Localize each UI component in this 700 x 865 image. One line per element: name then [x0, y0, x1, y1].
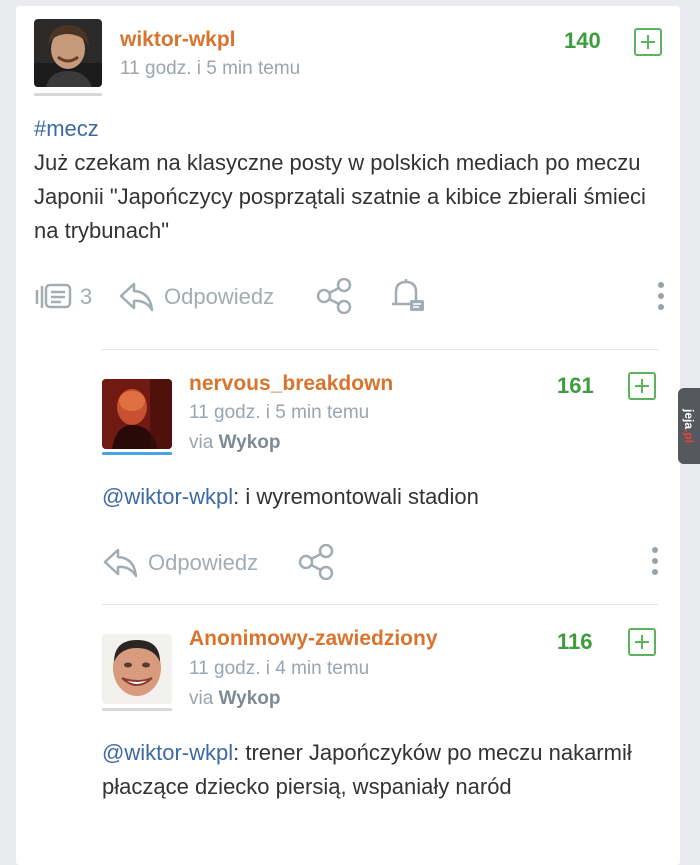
- reply-icon: [119, 282, 154, 312]
- separator: [102, 349, 658, 350]
- via-prefix: via: [189, 432, 214, 453]
- entry-body: #mecz Już czekam na klasyczne posty w po…: [34, 112, 664, 248]
- reply-button[interactable]: Odpowiedz: [118, 280, 274, 314]
- post-time[interactable]: 11 godz. i 5 min temu: [189, 402, 369, 424]
- avatar[interactable]: [34, 19, 102, 87]
- avatar-underline: [102, 708, 172, 711]
- vote-count: 161: [557, 373, 594, 398]
- watermark-suffix: .pl: [682, 429, 696, 444]
- more-icon[interactable]: [652, 547, 658, 580]
- mention-link[interactable]: @wiktor-wkpl: [102, 740, 233, 765]
- comment-body: @wiktor-wkpl: trener Japończyków po mecz…: [102, 736, 642, 804]
- comment-text: : i wyremontowali stadion: [233, 484, 479, 509]
- bell-icon[interactable]: [388, 276, 428, 314]
- avatar[interactable]: [102, 379, 172, 449]
- author-name[interactable]: wiktor-wkpl: [120, 28, 236, 52]
- reply-icon: [103, 548, 138, 578]
- entry-text: Już czekam na klasyczne posty w polskich…: [34, 150, 646, 243]
- more-icon[interactable]: [658, 282, 664, 315]
- via-app: via Wykop: [189, 688, 281, 710]
- reply-label: Odpowiedz: [164, 284, 275, 309]
- vote-count: 140: [564, 28, 601, 53]
- vote-count: 116: [557, 629, 593, 654]
- entry-card: wiktor-wkpl 11 godz. i 5 min temu 140 #m…: [16, 6, 680, 865]
- post-time[interactable]: 11 godz. i 5 min temu: [120, 58, 300, 80]
- reply-button[interactable]: Odpowiedz: [102, 546, 258, 580]
- via-app-name[interactable]: Wykop: [219, 432, 281, 453]
- comments-icon: [35, 283, 72, 309]
- mention-link[interactable]: @wiktor-wkpl: [102, 484, 233, 509]
- via-prefix: via: [189, 688, 214, 709]
- via-app-name[interactable]: Wykop: [219, 688, 281, 709]
- separator: [102, 604, 658, 605]
- via-app: via Wykop: [189, 432, 281, 454]
- avatar-underline: [34, 93, 102, 96]
- watermark-text: jeja: [682, 408, 696, 430]
- jeja-watermark[interactable]: jeja.pl: [678, 388, 700, 464]
- hashtag-link[interactable]: #mecz: [34, 116, 99, 141]
- vote-plus-button[interactable]: [628, 628, 656, 656]
- share-icon[interactable]: [316, 278, 354, 314]
- vote-plus-button[interactable]: [634, 28, 662, 56]
- reply-label: Odpowiedz: [148, 550, 259, 575]
- author-name[interactable]: Anonimowy-zawiedziony: [189, 627, 438, 651]
- avatar[interactable]: [102, 634, 172, 704]
- comments-count: 3: [80, 284, 93, 309]
- vote-plus-button[interactable]: [628, 372, 656, 400]
- share-icon[interactable]: [298, 544, 336, 580]
- post-time[interactable]: 11 godz. i 4 min temu: [189, 658, 369, 680]
- author-name[interactable]: nervous_breakdown: [189, 372, 393, 396]
- comments-button[interactable]: 3: [34, 282, 92, 312]
- comment-body: @wiktor-wkpl: i wyremontowali stadion: [102, 480, 658, 514]
- avatar-underline: [102, 452, 172, 455]
